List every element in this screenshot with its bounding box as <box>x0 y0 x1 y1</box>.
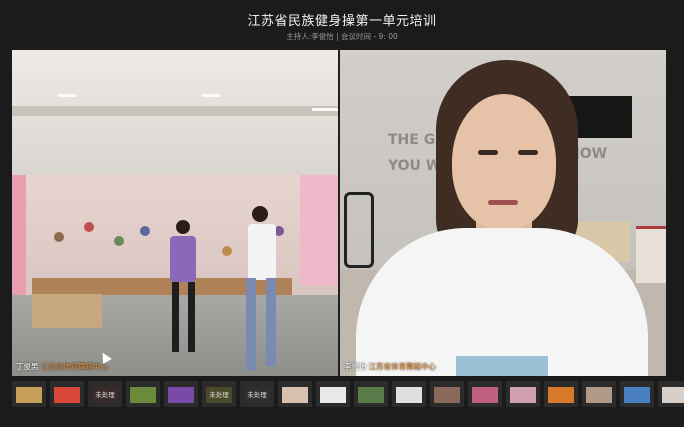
thumbnail-image <box>54 387 80 403</box>
presenter-eye <box>518 150 538 155</box>
thumbnail-image <box>624 387 650 403</box>
participant-org: 江苏省体育舞蹈中心 <box>40 362 109 371</box>
participant-thumbnail[interactable] <box>620 381 654 407</box>
participant-thumbnail[interactable] <box>392 381 426 407</box>
participant-thumbnail[interactable] <box>278 381 312 407</box>
participant-thumbnail[interactable] <box>354 381 388 407</box>
dancer-head <box>176 220 190 234</box>
thumbnail-image <box>168 387 194 403</box>
participant-thumbnail[interactable] <box>506 381 540 407</box>
thumbnail-image <box>434 387 460 403</box>
curtain-right <box>300 175 338 285</box>
participant-thumbnail[interactable]: 未处理 <box>202 381 236 407</box>
participant-name: 丁俊男 <box>16 362 39 371</box>
exercise-bike <box>344 192 374 268</box>
ceiling-beam <box>12 106 338 116</box>
dancer-shirt <box>248 224 276 280</box>
participant-thumbnail[interactable] <box>126 381 160 407</box>
thumbnail-image <box>282 387 308 403</box>
dancer-leg <box>172 282 179 352</box>
participant-thumbnail[interactable]: 未处理 <box>88 381 122 407</box>
participant-thumbnail[interactable] <box>582 381 616 407</box>
dancer-leg <box>188 282 195 352</box>
presenter-shirt <box>356 228 648 376</box>
thumbnail-image <box>662 387 684 403</box>
presenter-mouth <box>488 200 518 205</box>
shelf <box>636 226 666 283</box>
thumbnail-image <box>472 387 498 403</box>
participant-thumbnail[interactable] <box>164 381 198 407</box>
dancer-leg <box>246 278 256 370</box>
meeting-header: 江苏省民族健身操第一单元培训 主持人:李俊怡 | 会议时间 - 9: 00 <box>0 0 684 50</box>
thumbnail-status-label: 未处理 <box>209 391 229 399</box>
wall-decoration <box>140 226 150 236</box>
wall-decoration <box>84 222 94 232</box>
participant-thumbnail[interactable] <box>12 381 46 407</box>
thumbnail-image <box>358 387 384 403</box>
video-tile-right[interactable]: THE GR YOU WAN NOW 李俊怡 江苏省体育舞蹈中心 <box>340 50 666 376</box>
participant-thumbnail[interactable] <box>658 381 684 407</box>
thumbnail-status-label: 未处理 <box>247 391 267 399</box>
ceiling <box>12 50 338 190</box>
thumbnail-status-label: 未处理 <box>95 391 115 399</box>
participant-thumbnail[interactable] <box>544 381 578 407</box>
dancer-head <box>252 206 268 222</box>
thumbnail-image <box>510 387 536 403</box>
participant-org: 江苏省体育舞蹈中心 <box>368 362 437 371</box>
thumbnail-image <box>130 387 156 403</box>
participant-thumbnail[interactable] <box>468 381 502 407</box>
wall-decoration <box>222 246 232 256</box>
participant-name: 李俊怡 <box>344 362 367 371</box>
participant-name-tag: 丁俊男 江苏省体育舞蹈中心 <box>16 361 108 372</box>
participant-thumbnail[interactable] <box>316 381 350 407</box>
ceiling-lamp <box>312 108 338 111</box>
ceiling-lamp <box>58 94 76 97</box>
table <box>32 294 102 328</box>
dancer-leg <box>266 278 276 366</box>
participant-name-tag: 李俊怡 江苏省体育舞蹈中心 <box>344 361 436 372</box>
thumbnail-image <box>16 387 42 403</box>
presenter-face <box>452 94 556 230</box>
ceiling-lamp <box>202 94 220 97</box>
dancer-shirt <box>170 236 196 282</box>
thumbnail-image <box>586 387 612 403</box>
participant-thumbnail-strip: 未处理 未处理 未处理 <box>0 381 684 409</box>
thumbnail-image <box>396 387 422 403</box>
meeting-title: 江苏省民族健身操第一单元培训 <box>247 14 437 29</box>
participant-thumbnail[interactable] <box>50 381 84 407</box>
meeting-subtitle: 主持人:李俊怡 | 会议时间 - 9: 00 <box>286 32 398 41</box>
presenter-eye <box>478 150 498 155</box>
thumbnail-image <box>320 387 346 403</box>
video-tile-left[interactable]: 丁俊男 江苏省体育舞蹈中心 <box>12 50 338 376</box>
wall-decoration <box>114 236 124 246</box>
participant-thumbnail[interactable] <box>430 381 464 407</box>
wall-decoration <box>54 232 64 242</box>
curtain-left <box>12 175 26 315</box>
shirt-print <box>456 356 548 376</box>
thumbnail-image <box>548 387 574 403</box>
participant-thumbnail[interactable]: 未处理 <box>240 381 274 407</box>
